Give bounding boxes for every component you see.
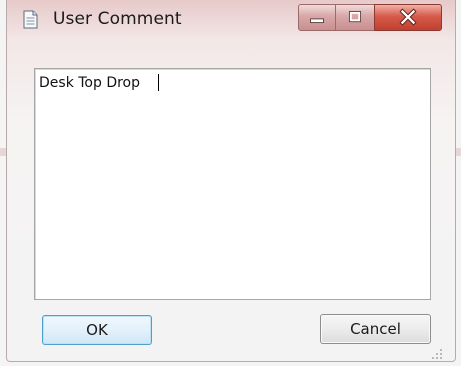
- minimize-icon: [310, 18, 324, 24]
- resize-grip-icon[interactable]: [431, 348, 443, 360]
- close-button[interactable]: [374, 4, 442, 31]
- close-icon: [399, 8, 417, 26]
- cancel-button[interactable]: Cancel: [320, 314, 431, 344]
- text-caret: [158, 74, 159, 91]
- minimize-button[interactable]: [298, 4, 336, 31]
- comment-input[interactable]: Desk Top Drop: [34, 68, 431, 300]
- title-bar[interactable]: User Comment: [7, 0, 457, 42]
- maximize-icon: [348, 11, 362, 23]
- window-title: User Comment: [53, 9, 182, 29]
- document-icon: [23, 10, 38, 29]
- maximize-button[interactable]: [335, 4, 375, 31]
- ok-button[interactable]: OK: [42, 315, 152, 345]
